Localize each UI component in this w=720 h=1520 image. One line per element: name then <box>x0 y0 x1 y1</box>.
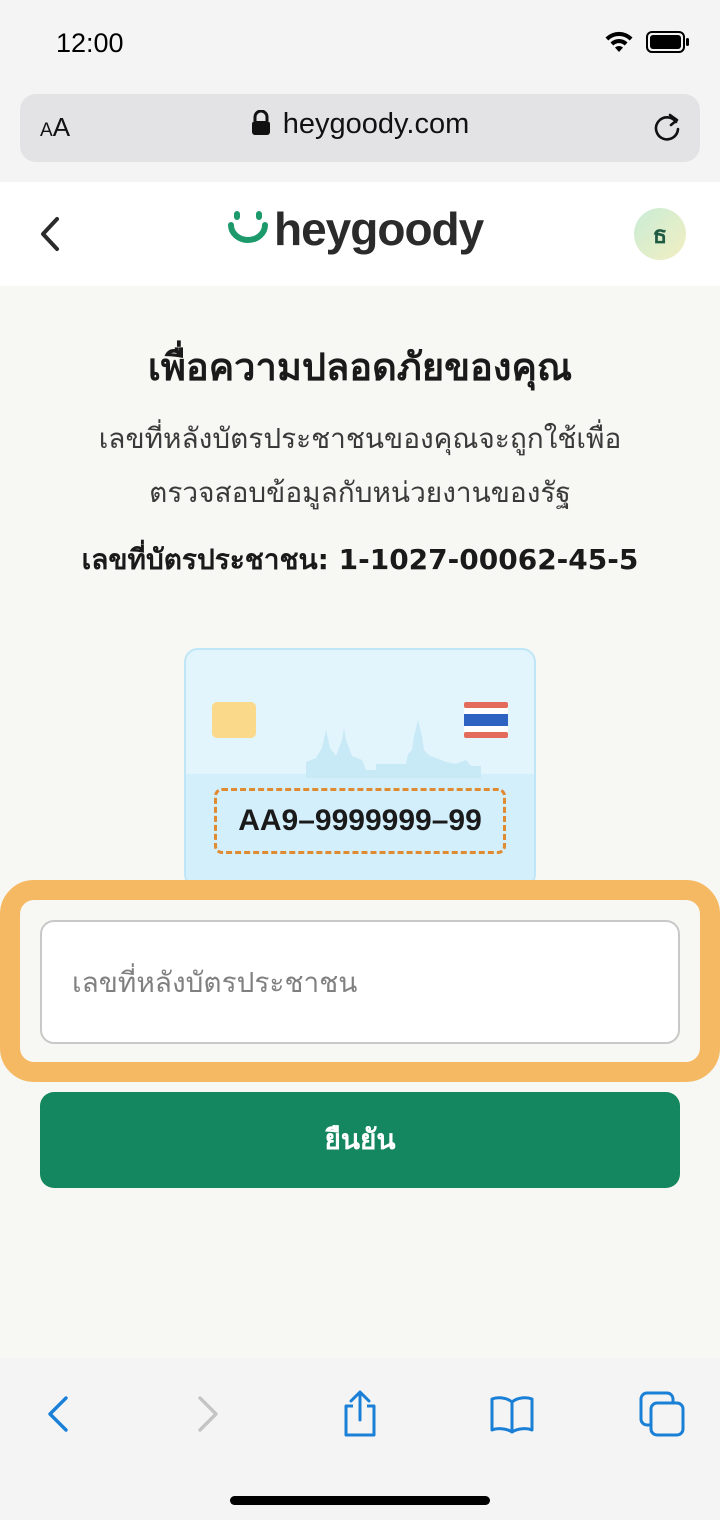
battery-icon <box>646 31 690 57</box>
status-time: 12:00 <box>56 28 124 58</box>
avatar[interactable]: ธ <box>634 208 686 260</box>
id-number-label: เลขที่บัตรประชาชน: 1-1027-00062-45-5 <box>81 543 639 576</box>
url-display[interactable]: heygoody.com <box>20 108 700 141</box>
browser-forward-button[interactable] <box>180 1388 236 1444</box>
logo-text: heygoody <box>274 203 484 255</box>
subtitle: เลขที่หลังบัตรประชาชนของคุณจะถูกใช้เพื่อ… <box>60 412 660 520</box>
id-card-illustration: AA9–9999999–99 <box>184 648 536 888</box>
card-back-number-sample: AA9–9999999–99 <box>214 788 506 854</box>
subtitle-line-1: เลขที่หลังบัตรประชาชนของคุณจะถูกใช้เพื่อ <box>98 422 622 455</box>
smile-logo-icon <box>228 209 268 249</box>
browser-chrome: AA heygoody.com <box>0 90 720 182</box>
page-title: เพื่อความปลอดภัยของคุณ <box>147 345 573 389</box>
bookmarks-button[interactable] <box>484 1388 540 1444</box>
url-text: heygoody.com <box>282 108 470 140</box>
bookmarks-icon <box>489 1394 535 1438</box>
subtitle-line-2: ตรวจสอบข้อมูลกับหน่วยงานของรัฐ <box>149 476 571 509</box>
card-back-number-input[interactable] <box>40 920 680 1044</box>
back-icon <box>44 1394 72 1438</box>
wifi-icon <box>604 30 634 58</box>
forward-icon <box>194 1394 222 1438</box>
home-indicator <box>230 1496 490 1505</box>
reload-icon[interactable] <box>650 110 684 148</box>
address-bar[interactable]: AA heygoody.com <box>20 94 700 162</box>
share-icon <box>340 1390 380 1442</box>
status-icons <box>604 30 690 58</box>
status-bar: 12:00 <box>0 0 720 90</box>
tabs-button[interactable] <box>634 1388 690 1444</box>
tabs-icon <box>638 1390 686 1442</box>
back-chevron-icon[interactable] <box>36 214 64 258</box>
site-header: heygoody ธ <box>0 182 720 286</box>
lock-icon <box>251 109 271 140</box>
share-button[interactable] <box>332 1388 388 1444</box>
thai-flag-icon <box>464 702 508 738</box>
card-chip-icon <box>212 702 256 738</box>
browser-back-button[interactable] <box>30 1388 86 1444</box>
confirm-button[interactable]: ยืนยัน <box>40 1092 680 1188</box>
heygoody-logo[interactable]: heygoody <box>228 202 484 256</box>
